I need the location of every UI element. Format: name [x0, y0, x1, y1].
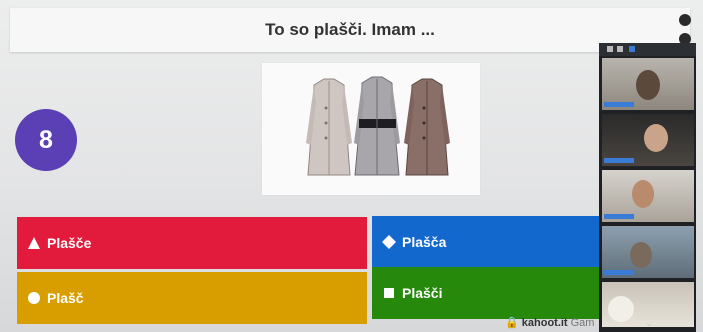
game-pin-label: Gam [570, 317, 595, 329]
site-name: kahoot.it [521, 317, 568, 329]
video-call-panel [599, 43, 696, 332]
diamond-icon [382, 235, 396, 249]
video-participant-4[interactable] [602, 226, 694, 278]
footer: 🔒 kahoot.it Gam [505, 316, 594, 329]
lock-icon: 🔒 [505, 317, 519, 329]
answer-label: Plašče [47, 235, 92, 251]
answer-blue[interactable]: Plašča [372, 216, 612, 268]
video-participant-1[interactable] [602, 58, 694, 110]
coat-beige [306, 78, 352, 176]
grid-icon[interactable] [617, 46, 623, 52]
video-participant-3[interactable] [602, 170, 694, 222]
video-toolbar [599, 43, 696, 56]
answer-green[interactable]: Plašči [372, 267, 612, 319]
minimize-icon[interactable] [607, 46, 613, 52]
question-bar: To so plašči. Imam ... [10, 8, 690, 52]
timer-countdown: 8 [15, 109, 77, 171]
kahoot-game-screen: To so plašči. Imam ... 8 Plašče Plašča P… [0, 0, 703, 332]
circle-icon [28, 292, 40, 304]
answer-label: Plašči [402, 285, 443, 301]
chevron-down-icon[interactable]: ⌄ [645, 318, 653, 329]
coat-brown [404, 78, 450, 176]
question-title: To so plašči. Imam ... [265, 20, 435, 39]
answer-label: Plašč [47, 290, 84, 306]
square-icon [384, 288, 394, 298]
answer-label: Plašča [402, 234, 447, 250]
answer-red[interactable]: Plašče [17, 217, 367, 269]
question-image [262, 63, 480, 195]
coat-grey [354, 76, 400, 176]
fullscreen-icon[interactable] [679, 14, 691, 26]
triangle-icon [28, 237, 40, 249]
coats-image-icon [306, 76, 450, 176]
answer-yellow[interactable]: Plašč [17, 272, 367, 324]
view-icon[interactable] [629, 46, 635, 52]
video-participant-2[interactable] [602, 114, 694, 166]
